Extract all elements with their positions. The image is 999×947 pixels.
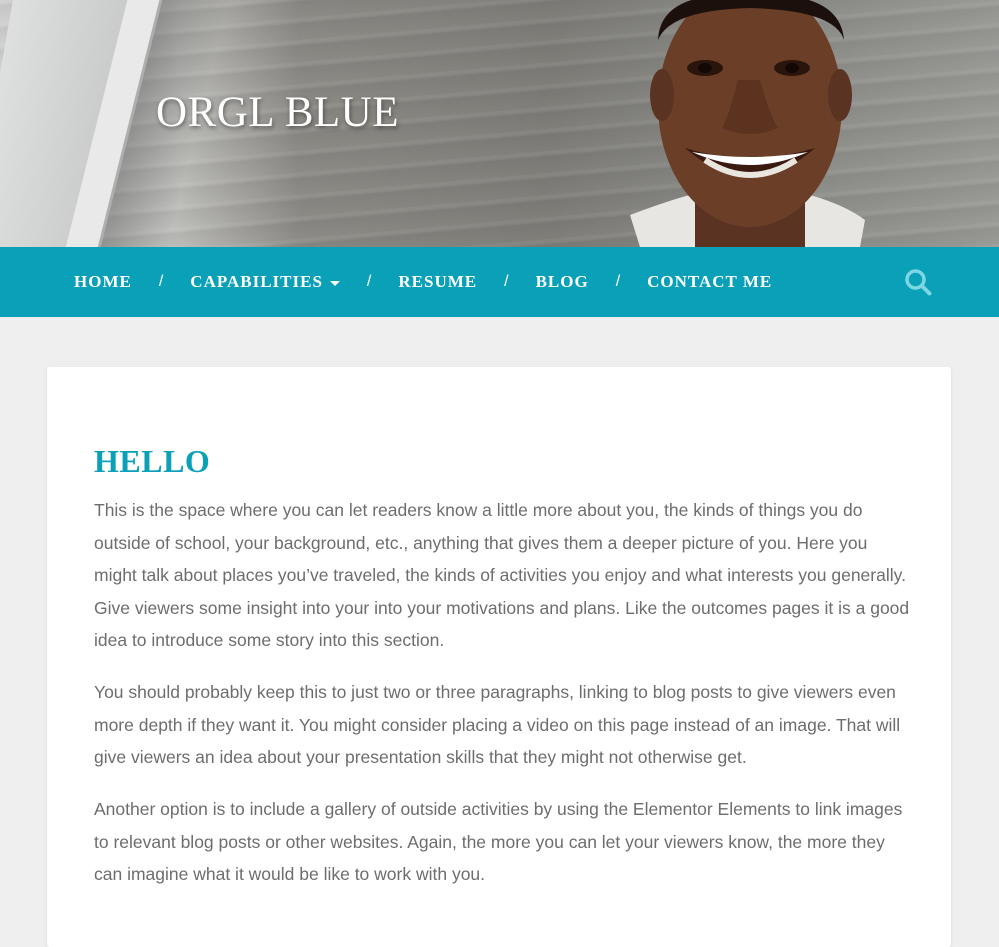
content-paragraph: You should probably keep this to just tw… — [94, 682, 901, 767]
content-paragraph: This is the space where you can let read… — [94, 500, 910, 650]
site-title[interactable]: ORGL BLUE — [156, 88, 399, 137]
nav-item-resume[interactable]: RESUME — [398, 272, 477, 292]
nav-item-capabilities-label: CAPABILITIES — [190, 272, 323, 291]
page-heading: HELLO — [94, 443, 211, 479]
search-icon[interactable] — [904, 268, 932, 296]
nav-item-capabilities[interactable]: CAPABILITIES — [190, 272, 340, 292]
nav-menu: HOME / CAPABILITIES / RESUME / BLOG / CO… — [74, 247, 772, 317]
main-navigation: HOME / CAPABILITIES / RESUME / BLOG / CO… — [0, 247, 999, 317]
nav-separator: / — [158, 273, 164, 290]
nav-separator: / — [615, 273, 621, 290]
content-card: HELLO This is the space where you can le… — [47, 367, 951, 947]
nav-separator: / — [504, 273, 509, 290]
nav-item-contact-me[interactable]: CONTACT ME — [647, 272, 772, 292]
nav-item-blog[interactable]: BLOG — [536, 272, 589, 292]
chevron-down-icon — [329, 280, 340, 286]
header-banner: ORGL BLUE — [0, 0, 999, 247]
content-paragraph: Another option is to include a gallery o… — [94, 799, 903, 884]
nav-item-home[interactable]: HOME — [74, 272, 132, 292]
header-portrait-image — [630, 0, 865, 247]
nav-separator: / — [366, 273, 372, 290]
